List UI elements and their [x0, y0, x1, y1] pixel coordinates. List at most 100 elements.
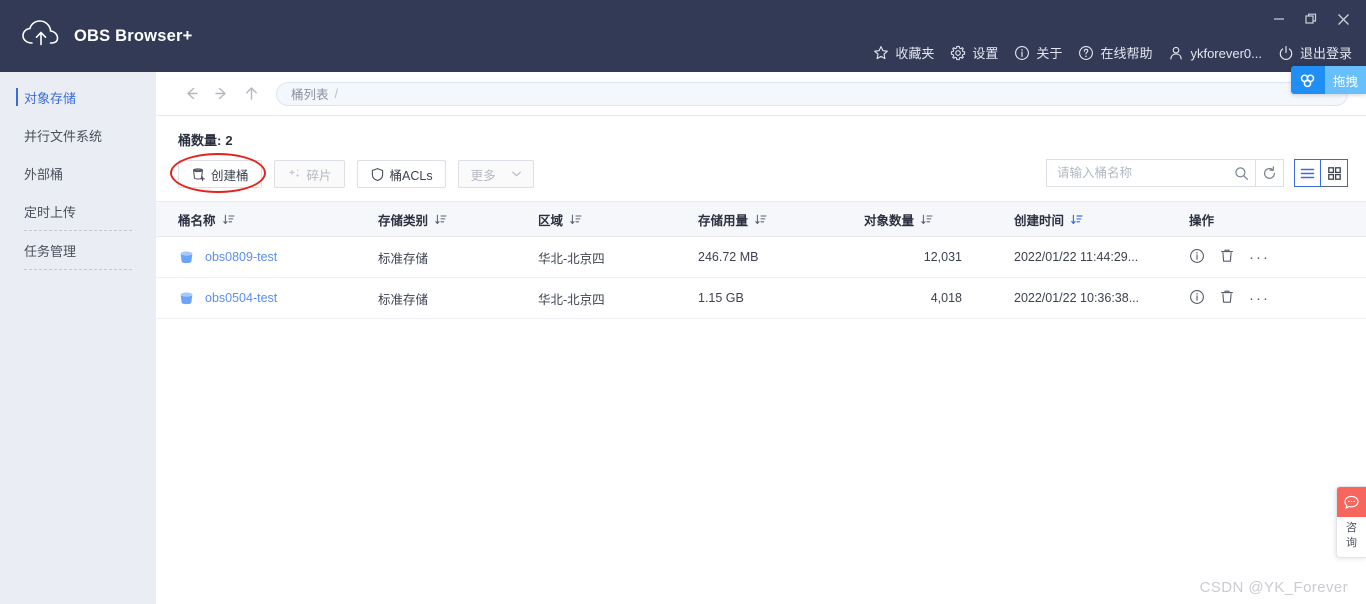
sidebar-item-parallel-file-system[interactable]: 并行文件系统	[0, 116, 156, 154]
create-bucket-button[interactable]: 创建桶	[178, 160, 262, 188]
table-header-region[interactable]: 区域	[538, 210, 698, 229]
bucket-table: 桶名称 存储类别 区域 存储用量 对象数量 创建时间 操作 obs0809-te…	[156, 201, 1366, 319]
arrow-right-icon[interactable]	[208, 81, 234, 107]
question-icon	[1078, 45, 1094, 61]
bucket-count-value: 2	[225, 133, 233, 148]
consult-widget[interactable]: 咨询	[1336, 486, 1366, 558]
sidebar-item-external-bucket[interactable]: 外部桶	[0, 154, 156, 192]
region-cell: 华北-北京四	[538, 251, 605, 266]
more-icon[interactable]: ···	[1249, 291, 1270, 306]
more-actions-button[interactable]: 更多	[457, 160, 534, 188]
main-content: 桶列表 / 桶数量: 2 创建桶 碎片 桶ACLs 更多 请输入桶名称 桶名称 …	[156, 72, 1366, 604]
table-header-created-time[interactable]: 创建时间	[1014, 210, 1189, 229]
sidebar-item-label: 定时上传	[24, 204, 77, 220]
search-input[interactable]	[1057, 166, 1227, 180]
grid-view-icon[interactable]	[1321, 159, 1348, 187]
bucket-name-cell[interactable]: obs0809-test	[156, 249, 378, 266]
view-toggle	[1294, 159, 1348, 187]
app-brand: OBS Browser+	[20, 15, 192, 57]
column-label: 区域	[538, 213, 564, 228]
obs-browser-window: OBS Browser+ 收藏夹 设置 关于 在线帮助 ykforever0..…	[0, 0, 1366, 604]
column-label: 存储类别	[378, 213, 429, 228]
sort-icon[interactable]	[435, 214, 447, 225]
restore-icon[interactable]	[1296, 8, 1326, 30]
bucket-icon	[178, 290, 195, 307]
sidebar-item-scheduled-upload[interactable]: 定时上传	[0, 192, 156, 230]
sort-icon[interactable]	[755, 214, 767, 225]
column-label: 创建时间	[1014, 213, 1065, 228]
table-header-row: 桶名称 存储类别 区域 存储用量 对象数量 创建时间 操作	[156, 201, 1366, 237]
table-header-object-count[interactable]: 对象数量	[864, 210, 1014, 229]
trash-icon[interactable]	[1219, 289, 1235, 308]
bucket-name-link[interactable]: obs0504-test	[205, 291, 277, 305]
drag-upload-widget[interactable]: 拖拽	[1290, 66, 1366, 94]
window-controls	[1264, 8, 1358, 30]
sidebar-divider	[24, 269, 132, 270]
watermark: CSDN @YK_Forever	[1199, 579, 1348, 596]
more-icon[interactable]: ···	[1249, 250, 1270, 265]
chat-bubble-icon	[1337, 487, 1366, 518]
header-item-label: 关于	[1036, 46, 1063, 61]
chevron-down-icon	[511, 171, 521, 177]
table-header-storage-class[interactable]: 存储类别	[378, 210, 538, 229]
minimize-icon[interactable]	[1264, 8, 1294, 30]
header-item-label: 收藏夹	[895, 46, 935, 61]
table-row[interactable]: obs0504-test 标准存储 华北-北京四 1.15 GB 4,018 2…	[156, 278, 1366, 319]
sort-icon[interactable]	[222, 214, 235, 225]
list-view-icon[interactable]	[1294, 159, 1321, 187]
star-icon	[873, 45, 889, 61]
arrow-left-icon[interactable]	[178, 81, 204, 107]
bucket-count-label: 桶数量:	[178, 133, 222, 148]
header-item-label: ykforever0...	[1190, 46, 1262, 61]
storage-class-cell: 标准存储	[378, 251, 429, 266]
sort-icon[interactable]	[570, 214, 582, 225]
fragments-button[interactable]: 碎片	[273, 160, 345, 188]
sidebar-item-task-management[interactable]: 任务管理	[0, 231, 156, 269]
sidebar-item-label: 对象存储	[24, 90, 77, 106]
trash-icon[interactable]	[1219, 248, 1235, 267]
header-item-label: 在线帮助	[1100, 46, 1153, 61]
column-label: 对象数量	[864, 213, 915, 228]
operations-cell: ···	[1189, 289, 1349, 308]
operations-cell: ···	[1189, 248, 1349, 267]
breadcrumb[interactable]: 桶列表 /	[276, 81, 1348, 106]
navigation-bar: 桶列表 /	[156, 72, 1366, 116]
header-item-settings[interactable]: 设置	[950, 45, 998, 61]
header-item-favorites[interactable]: 收藏夹	[873, 45, 934, 61]
toolbar-right-group	[1046, 159, 1348, 187]
app-title: OBS Browser+	[74, 26, 193, 45]
consult-widget-label: 咨询	[1346, 522, 1357, 550]
storage-usage-cell: 246.72 MB	[698, 250, 759, 264]
header-item-about[interactable]: 关于	[1014, 45, 1062, 61]
header-item-online-help[interactable]: 在线帮助	[1078, 45, 1152, 61]
bucket-acls-button[interactable]: 桶ACLs	[356, 160, 446, 188]
header-menu: 收藏夹 设置 关于 在线帮助 ykforever0... 退出登录	[857, 40, 1352, 66]
search-icon[interactable]	[1227, 160, 1255, 186]
search-box[interactable]	[1046, 159, 1256, 187]
bucket-count: 桶数量: 2	[156, 116, 1366, 149]
shield-icon	[370, 167, 385, 182]
info-icon[interactable]	[1189, 248, 1205, 267]
close-icon[interactable]	[1328, 8, 1358, 30]
bucket-icon	[178, 249, 195, 266]
sort-icon[interactable]	[921, 214, 933, 225]
arrow-up-icon[interactable]	[238, 81, 264, 107]
bucket-name-cell[interactable]: obs0504-test	[156, 290, 378, 307]
sidebar-item-label: 任务管理	[24, 243, 77, 259]
breadcrumb-root[interactable]: 桶列表	[291, 84, 329, 103]
bucket-name-link[interactable]: obs0809-test	[205, 250, 277, 264]
storage-class-cell: 标准存储	[378, 292, 429, 307]
created-time-cell: 2022/01/22 10:36:38...	[1014, 291, 1140, 305]
table-header-bucket-name[interactable]: 桶名称	[156, 210, 378, 229]
header-item-logout[interactable]: 退出登录	[1278, 45, 1352, 61]
refresh-icon[interactable]	[1256, 159, 1284, 187]
info-icon[interactable]	[1189, 289, 1205, 308]
header-item-user[interactable]: ykforever0...	[1168, 45, 1262, 61]
sidebar-item-object-storage[interactable]: 对象存储	[0, 78, 156, 116]
table-row[interactable]: obs0809-test 标准存储 华北-北京四 246.72 MB 12,03…	[156, 237, 1366, 278]
sort-icon-active[interactable]	[1071, 214, 1083, 225]
bucket-add-icon	[191, 167, 206, 182]
toolbar-button-label: 创建桶	[211, 168, 249, 183]
cloud-drag-icon	[1290, 66, 1325, 94]
table-header-storage-usage[interactable]: 存储用量	[698, 210, 864, 229]
